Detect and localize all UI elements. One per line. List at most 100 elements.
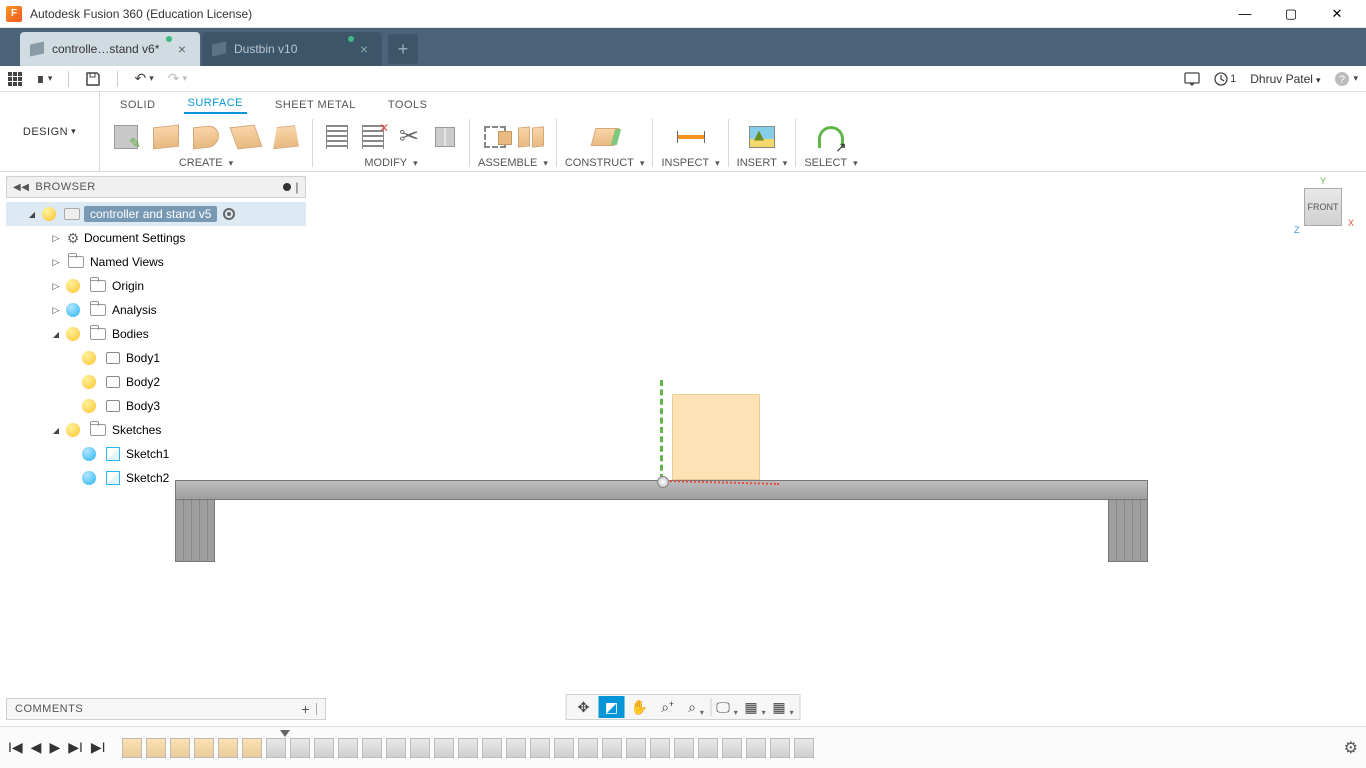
group-label[interactable]: CREATE▾ <box>179 157 233 171</box>
timeline-feature[interactable] <box>266 738 286 758</box>
timeline-feature[interactable] <box>530 738 550 758</box>
group-label[interactable]: CONSTRUCT▾ <box>565 157 645 171</box>
ribbon-tab-sheetmetal[interactable]: SHEET METAL <box>271 96 360 114</box>
tab-close-icon[interactable]: × <box>174 41 190 57</box>
viewcube-face[interactable]: FRONT <box>1304 188 1342 226</box>
tab-close-icon[interactable]: × <box>356 41 372 57</box>
timeline-feature[interactable] <box>170 738 190 758</box>
expand-icon[interactable] <box>50 281 62 292</box>
tree-sketches[interactable]: Sketches <box>6 418 306 442</box>
expand-icon[interactable] <box>50 257 62 268</box>
comments-panel[interactable]: COMMENTS + <box>6 698 326 720</box>
visibility-bulb-icon[interactable] <box>82 471 96 485</box>
visibility-bulb-icon[interactable] <box>66 423 80 437</box>
insert-image-icon[interactable] <box>744 119 780 155</box>
undo-button[interactable]: ↶▾ <box>134 70 153 87</box>
file-menu[interactable]: ∎▾ <box>36 70 52 87</box>
timeline-feature[interactable] <box>410 738 430 758</box>
timeline-feature[interactable] <box>338 738 358 758</box>
measure-icon[interactable] <box>673 119 709 155</box>
timeline-feature[interactable] <box>578 738 598 758</box>
activate-radio-icon[interactable] <box>223 208 235 220</box>
visibility-bulb-icon[interactable] <box>42 207 56 221</box>
trim-icon[interactable]: ✕ <box>357 121 389 153</box>
timeline-feature[interactable] <box>386 738 406 758</box>
timeline-feature[interactable] <box>458 738 478 758</box>
stitch-icon[interactable] <box>393 121 425 153</box>
model-leg-right[interactable] <box>1108 500 1148 562</box>
timeline-settings-icon[interactable]: ⚙ <box>1344 738 1358 758</box>
tl-fwd-icon[interactable]: ▶I <box>68 739 83 756</box>
timeline-feature[interactable] <box>434 738 454 758</box>
tree-bodies[interactable]: Bodies <box>6 322 306 346</box>
extrude-icon[interactable] <box>148 119 184 155</box>
tree-analysis[interactable]: Analysis <box>6 298 306 322</box>
timeline-feature[interactable] <box>194 738 214 758</box>
new-tab-button[interactable]: + <box>388 34 418 64</box>
workspace-picker[interactable]: DESIGN▾ <box>0 92 100 171</box>
notifications-icon[interactable] <box>1184 72 1200 86</box>
visibility-bulb-icon[interactable] <box>82 351 96 365</box>
expand-icon[interactable] <box>50 425 62 436</box>
timeline-feature[interactable] <box>146 738 166 758</box>
visibility-bulb-icon[interactable] <box>66 279 80 293</box>
timeline-feature[interactable] <box>602 738 622 758</box>
timeline-feature[interactable] <box>554 738 574 758</box>
maximize-button[interactable]: ▢ <box>1268 0 1314 28</box>
timeline-feature[interactable] <box>362 738 382 758</box>
fit-icon[interactable]: ⌕▾ <box>683 696 709 718</box>
grid-settings-icon[interactable]: ▦▾ <box>742 696 768 718</box>
group-label[interactable]: ASSEMBLE▾ <box>478 157 548 171</box>
expand-icon[interactable] <box>50 305 62 316</box>
timeline-feature[interactable] <box>626 738 646 758</box>
timeline-feature[interactable] <box>698 738 718 758</box>
timeline-feature[interactable] <box>746 738 766 758</box>
group-label[interactable]: INSPECT▾ <box>661 157 719 171</box>
model-block[interactable] <box>672 394 760 480</box>
visibility-bulb-icon[interactable] <box>82 399 96 413</box>
add-comment-icon[interactable]: + <box>301 701 310 717</box>
tree-body3[interactable]: Body3 <box>6 394 306 418</box>
document-tab-active[interactable]: controlle…stand v6* × <box>20 32 200 66</box>
timeline-feature[interactable] <box>218 738 238 758</box>
timeline-feature[interactable] <box>770 738 790 758</box>
orbit-icon[interactable]: ✥ <box>571 696 597 718</box>
select-icon[interactable] <box>813 119 849 155</box>
group-label[interactable]: SELECT▾ <box>804 157 857 171</box>
job-status-icon[interactable]: 1 <box>1214 72 1236 86</box>
tree-sketch1[interactable]: Sketch1 <box>6 442 306 466</box>
timeline-feature[interactable] <box>242 738 262 758</box>
timeline-feature[interactable] <box>722 738 742 758</box>
timeline-items[interactable] <box>122 738 1344 758</box>
timeline-feature[interactable] <box>482 738 502 758</box>
tl-back-icon[interactable]: ◀ <box>31 739 42 756</box>
viewport-layout-icon[interactable]: ▦▾ <box>770 696 796 718</box>
help-icon[interactable]: ? ▾ <box>1334 71 1358 87</box>
model-geometry[interactable] <box>175 480 1148 500</box>
offset-plane-icon[interactable] <box>587 119 623 155</box>
sweep-icon[interactable] <box>228 119 264 155</box>
press-pull-icon[interactable] <box>321 121 353 153</box>
data-panel-button[interactable] <box>8 72 22 86</box>
ribbon-tab-solid[interactable]: SOLID <box>116 96 160 114</box>
tl-play-icon[interactable]: ▶ <box>49 739 60 756</box>
timeline-feature[interactable] <box>506 738 526 758</box>
tl-end-icon[interactable]: ▶I <box>91 739 106 756</box>
tree-named-views[interactable]: Named Views <box>6 250 306 274</box>
ribbon-tab-tools[interactable]: TOOLS <box>384 96 432 114</box>
tree-doc-settings[interactable]: ⚙ Document Settings <box>6 226 306 250</box>
document-tab-inactive[interactable]: Dustbin v10 × <box>202 32 382 66</box>
visibility-bulb-icon[interactable] <box>82 447 96 461</box>
redo-button[interactable]: ↷▾ <box>168 70 187 87</box>
loft-icon[interactable] <box>268 119 304 155</box>
tree-origin[interactable]: Origin <box>6 274 306 298</box>
minimize-button[interactable]: — <box>1222 0 1268 28</box>
display-settings-icon[interactable]: 🖵▾ <box>714 696 740 718</box>
pan-icon[interactable]: ✋ <box>627 696 653 718</box>
visibility-bulb-icon[interactable] <box>82 375 96 389</box>
tree-body1[interactable]: Body1 <box>6 346 306 370</box>
timeline-feature[interactable] <box>314 738 334 758</box>
group-label[interactable]: MODIFY▾ <box>364 157 417 171</box>
tree-root[interactable]: controller and stand v5 <box>6 202 306 226</box>
ribbon-tab-surface[interactable]: SURFACE <box>184 94 247 114</box>
